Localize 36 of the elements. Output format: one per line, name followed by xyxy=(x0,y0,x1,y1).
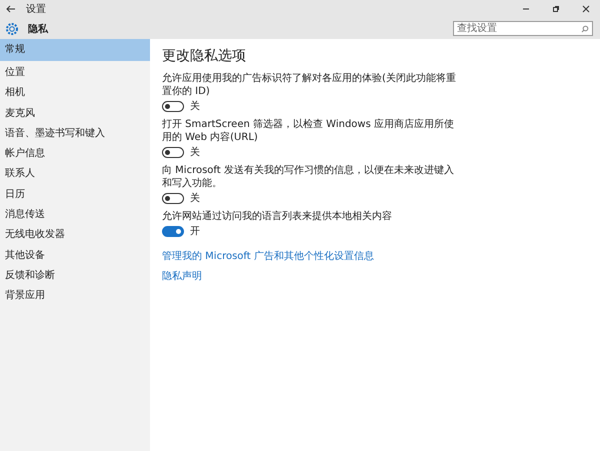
search-icon xyxy=(581,25,589,33)
search-field[interactable]: 查找设置 xyxy=(453,21,593,36)
setting-description: 允许网站通过访问我的语言列表来提供本地相关内容 xyxy=(162,210,393,223)
toggle-switch[interactable] xyxy=(162,146,184,158)
sidebar-item[interactable]: 相机 xyxy=(0,83,150,104)
sidebar-item[interactable]: 消息传送 xyxy=(0,205,150,226)
section-title: 更改隐私选项 xyxy=(162,47,246,65)
sidebar-item[interactable]: 常规 xyxy=(0,39,150,61)
close-icon[interactable] xyxy=(582,5,590,13)
gear-icon xyxy=(5,22,19,36)
sidebar-item[interactable]: 帐户信息 xyxy=(0,144,150,164)
toggle-switch[interactable] xyxy=(162,192,184,204)
sidebar-item[interactable]: 麦克风 xyxy=(0,104,150,124)
sidebar-item[interactable]: 语音、墨迹书写和键入 xyxy=(0,124,150,144)
toggle-state-label: 关 xyxy=(190,100,200,113)
window-title: 设置 xyxy=(26,2,46,16)
sidebar-item[interactable]: 无线电收发器 xyxy=(0,225,150,246)
setting-description: 打开 SmartScreen 筛选器，以检查 Windows 应用商店应用所使用的 Web 内容(URL) xyxy=(162,118,455,144)
toggle-state-label: 开 xyxy=(190,225,200,238)
setting-description: 允许应用使用我的广告标识符了解对各应用的体验(关闭此功能将重置你的 ID) xyxy=(162,72,457,98)
restore-icon[interactable] xyxy=(552,5,560,13)
link[interactable]: 管理我的 Microsoft 广告和其他个性化设置信息 xyxy=(162,249,374,263)
toggle-switch[interactable] xyxy=(162,226,184,236)
toggle-switch[interactable] xyxy=(162,100,184,112)
sidebar-item[interactable]: 背景应用 xyxy=(0,286,150,306)
sidebar-item[interactable]: 反馈和诊断 xyxy=(0,266,150,286)
setting-description: 向 Microsoft 发送有关我的写作习惯的信息，以便在未来改进键入和写入功能。 xyxy=(162,164,455,190)
page-title: 隐私 xyxy=(28,22,48,36)
link[interactable]: 隐私声明 xyxy=(162,269,202,283)
sidebar-item[interactable]: 联系人 xyxy=(0,164,150,184)
toggle-state-label: 关 xyxy=(190,146,200,159)
toggle-state-label: 关 xyxy=(190,192,200,205)
sidebar-item[interactable]: 位置 xyxy=(0,63,150,83)
sidebar-item[interactable]: 日历 xyxy=(0,184,150,205)
back-arrow-icon[interactable] xyxy=(6,5,16,13)
sidebar-item[interactable]: 其他设备 xyxy=(0,246,150,266)
